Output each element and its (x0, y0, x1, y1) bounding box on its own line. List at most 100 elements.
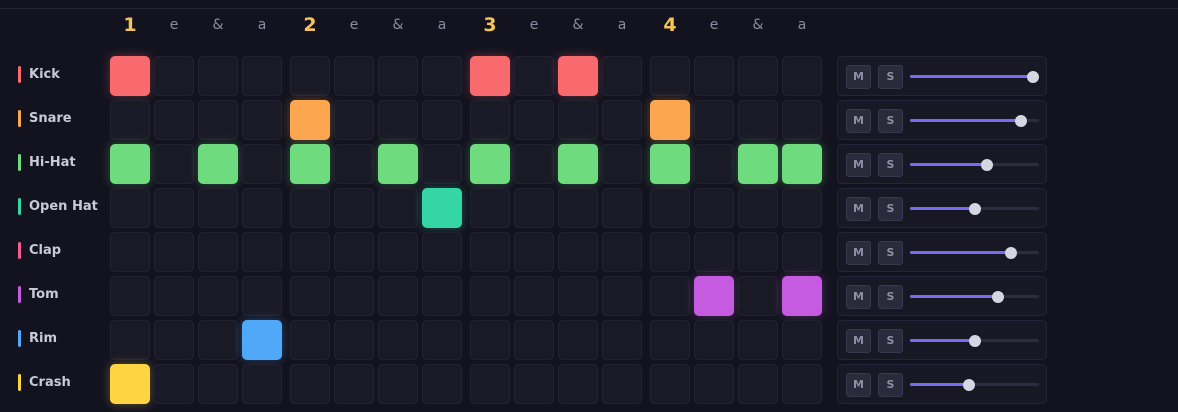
step-cell-rim-5[interactable] (290, 320, 330, 360)
step-cell-hi-hat-10[interactable] (514, 144, 554, 184)
step-cell-clap-13[interactable] (650, 232, 690, 272)
step-cell-tom-3[interactable] (198, 276, 238, 316)
step-cell-open-hat-8[interactable] (422, 188, 462, 228)
step-cell-clap-5[interactable] (290, 232, 330, 272)
step-cell-snare-8[interactable] (422, 100, 462, 140)
step-cell-hi-hat-11[interactable] (558, 144, 598, 184)
step-cell-open-hat-6[interactable] (334, 188, 374, 228)
volume-slider-thumb[interactable] (1005, 247, 1017, 259)
step-cell-clap-12[interactable] (602, 232, 642, 272)
step-cell-tom-4[interactable] (242, 276, 282, 316)
step-cell-crash-16[interactable] (782, 364, 822, 404)
step-cell-tom-7[interactable] (378, 276, 418, 316)
step-cell-hi-hat-7[interactable] (378, 144, 418, 184)
step-cell-kick-1[interactable] (110, 56, 150, 96)
mute-button[interactable]: M (846, 153, 871, 177)
step-cell-kick-12[interactable] (602, 56, 642, 96)
volume-slider[interactable] (910, 114, 1040, 128)
step-cell-rim-7[interactable] (378, 320, 418, 360)
step-cell-snare-5[interactable] (290, 100, 330, 140)
step-cell-hi-hat-3[interactable] (198, 144, 238, 184)
step-cell-open-hat-15[interactable] (738, 188, 778, 228)
step-cell-clap-11[interactable] (558, 232, 598, 272)
step-cell-hi-hat-9[interactable] (470, 144, 510, 184)
volume-slider[interactable] (910, 70, 1040, 84)
step-cell-tom-11[interactable] (558, 276, 598, 316)
step-cell-clap-10[interactable] (514, 232, 554, 272)
step-cell-snare-14[interactable] (694, 100, 734, 140)
step-cell-open-hat-10[interactable] (514, 188, 554, 228)
step-cell-clap-6[interactable] (334, 232, 374, 272)
step-cell-kick-16[interactable] (782, 56, 822, 96)
step-cell-open-hat-1[interactable] (110, 188, 150, 228)
step-cell-crash-5[interactable] (290, 364, 330, 404)
step-cell-kick-7[interactable] (378, 56, 418, 96)
mute-button[interactable]: M (846, 373, 871, 397)
solo-button[interactable]: S (878, 109, 903, 133)
step-cell-snare-13[interactable] (650, 100, 690, 140)
step-cell-clap-7[interactable] (378, 232, 418, 272)
step-cell-rim-13[interactable] (650, 320, 690, 360)
solo-button[interactable]: S (878, 241, 903, 265)
solo-button[interactable]: S (878, 285, 903, 309)
mute-button[interactable]: M (846, 197, 871, 221)
step-cell-hi-hat-1[interactable] (110, 144, 150, 184)
step-cell-snare-3[interactable] (198, 100, 238, 140)
step-cell-rim-8[interactable] (422, 320, 462, 360)
step-cell-crash-9[interactable] (470, 364, 510, 404)
step-cell-rim-6[interactable] (334, 320, 374, 360)
volume-slider-thumb[interactable] (1015, 115, 1027, 127)
step-cell-snare-11[interactable] (558, 100, 598, 140)
step-cell-rim-14[interactable] (694, 320, 734, 360)
step-cell-open-hat-16[interactable] (782, 188, 822, 228)
volume-slider[interactable] (910, 246, 1040, 260)
step-cell-snare-7[interactable] (378, 100, 418, 140)
step-cell-rim-9[interactable] (470, 320, 510, 360)
mute-button[interactable]: M (846, 109, 871, 133)
step-cell-open-hat-11[interactable] (558, 188, 598, 228)
step-cell-hi-hat-4[interactable] (242, 144, 282, 184)
step-cell-crash-11[interactable] (558, 364, 598, 404)
step-cell-hi-hat-5[interactable] (290, 144, 330, 184)
step-cell-rim-3[interactable] (198, 320, 238, 360)
solo-button[interactable]: S (878, 153, 903, 177)
volume-slider-thumb[interactable] (969, 335, 981, 347)
step-cell-kick-13[interactable] (650, 56, 690, 96)
step-cell-clap-14[interactable] (694, 232, 734, 272)
step-cell-clap-3[interactable] (198, 232, 238, 272)
step-cell-tom-9[interactable] (470, 276, 510, 316)
step-cell-tom-15[interactable] (738, 276, 778, 316)
step-cell-open-hat-14[interactable] (694, 188, 734, 228)
volume-slider-thumb[interactable] (969, 203, 981, 215)
step-cell-tom-13[interactable] (650, 276, 690, 316)
step-cell-snare-9[interactable] (470, 100, 510, 140)
mute-button[interactable]: M (846, 285, 871, 309)
step-cell-kick-5[interactable] (290, 56, 330, 96)
step-cell-snare-10[interactable] (514, 100, 554, 140)
step-cell-kick-6[interactable] (334, 56, 374, 96)
step-cell-open-hat-13[interactable] (650, 188, 690, 228)
step-cell-crash-8[interactable] (422, 364, 462, 404)
step-cell-hi-hat-15[interactable] (738, 144, 778, 184)
step-cell-open-hat-7[interactable] (378, 188, 418, 228)
volume-slider-thumb[interactable] (963, 379, 975, 391)
step-cell-crash-15[interactable] (738, 364, 778, 404)
step-cell-hi-hat-12[interactable] (602, 144, 642, 184)
step-cell-clap-16[interactable] (782, 232, 822, 272)
step-cell-snare-16[interactable] (782, 100, 822, 140)
solo-button[interactable]: S (878, 373, 903, 397)
step-cell-rim-10[interactable] (514, 320, 554, 360)
mute-button[interactable]: M (846, 65, 871, 89)
step-cell-kick-9[interactable] (470, 56, 510, 96)
volume-slider-thumb[interactable] (981, 159, 993, 171)
mute-button[interactable]: M (846, 241, 871, 265)
step-cell-crash-13[interactable] (650, 364, 690, 404)
mute-button[interactable]: M (846, 329, 871, 353)
step-cell-tom-16[interactable] (782, 276, 822, 316)
step-cell-clap-8[interactable] (422, 232, 462, 272)
step-cell-crash-2[interactable] (154, 364, 194, 404)
step-cell-tom-6[interactable] (334, 276, 374, 316)
step-cell-tom-14[interactable] (694, 276, 734, 316)
step-cell-rim-4[interactable] (242, 320, 282, 360)
step-cell-clap-4[interactable] (242, 232, 282, 272)
